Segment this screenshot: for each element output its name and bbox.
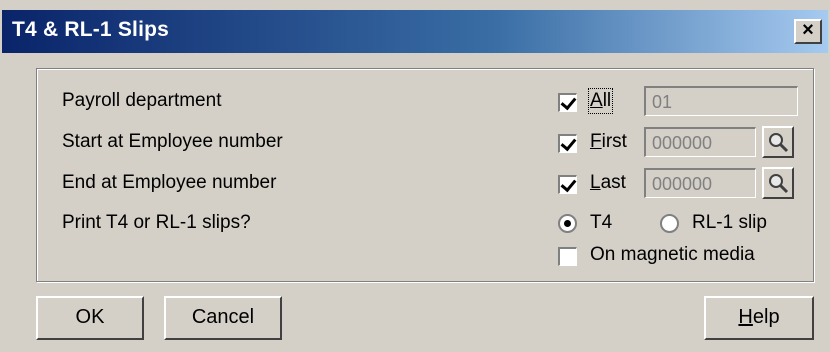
close-icon: × [802, 19, 814, 41]
payroll-department-label: Payroll department [62, 90, 222, 111]
all-label-rest: ll [602, 90, 612, 111]
rl1-label[interactable]: RL-1 slip [692, 212, 767, 234]
start-employee-field[interactable]: 000000 [644, 127, 756, 157]
window-title: T4 & RL-1 Slips [12, 18, 170, 41]
magnetic-media-checkbox[interactable] [558, 247, 577, 266]
print-slips-label: Print T4 or RL-1 slips? [62, 212, 251, 233]
all-mnemonic: A [590, 90, 603, 111]
end-employee-field[interactable]: 000000 [644, 168, 756, 198]
last-label[interactable]: Last [590, 172, 626, 194]
first-label[interactable]: First [590, 131, 627, 153]
first-mnemonic: F [590, 131, 602, 152]
magnifier-icon [769, 133, 789, 153]
close-button[interactable]: × [794, 19, 822, 44]
department-field[interactable]: 01 [644, 86, 798, 116]
magnetic-media-label[interactable]: On magnetic media [590, 244, 755, 266]
all-checkbox[interactable] [558, 93, 577, 112]
help-button[interactable]: Help [704, 296, 814, 340]
end-lookup-button[interactable] [762, 167, 794, 199]
last-checkbox[interactable] [558, 175, 577, 194]
last-mnemonic: L [590, 172, 601, 193]
start-employee-label: Start at Employee number [62, 131, 283, 152]
first-label-rest: irst [601, 131, 627, 152]
start-lookup-button[interactable] [762, 126, 794, 158]
ok-button[interactable]: OK [36, 296, 144, 340]
t4-label[interactable]: T4 [590, 212, 612, 234]
t4-radio[interactable] [558, 214, 577, 233]
help-mnemonic: H [738, 306, 753, 328]
first-checkbox[interactable] [558, 134, 577, 153]
help-label-rest: elp [752, 306, 780, 328]
cancel-button[interactable]: Cancel [164, 296, 282, 340]
magnifier-icon [769, 174, 789, 194]
dialog-window: T4 & RL-1 Slips × Payroll department Sta… [0, 0, 830, 352]
all-label[interactable]: All [587, 88, 614, 114]
rl1-radio[interactable] [660, 214, 679, 233]
title-bar: T4 & RL-1 Slips × [2, 10, 828, 53]
end-employee-label: End at Employee number [62, 172, 277, 193]
last-label-rest: ast [600, 172, 626, 193]
